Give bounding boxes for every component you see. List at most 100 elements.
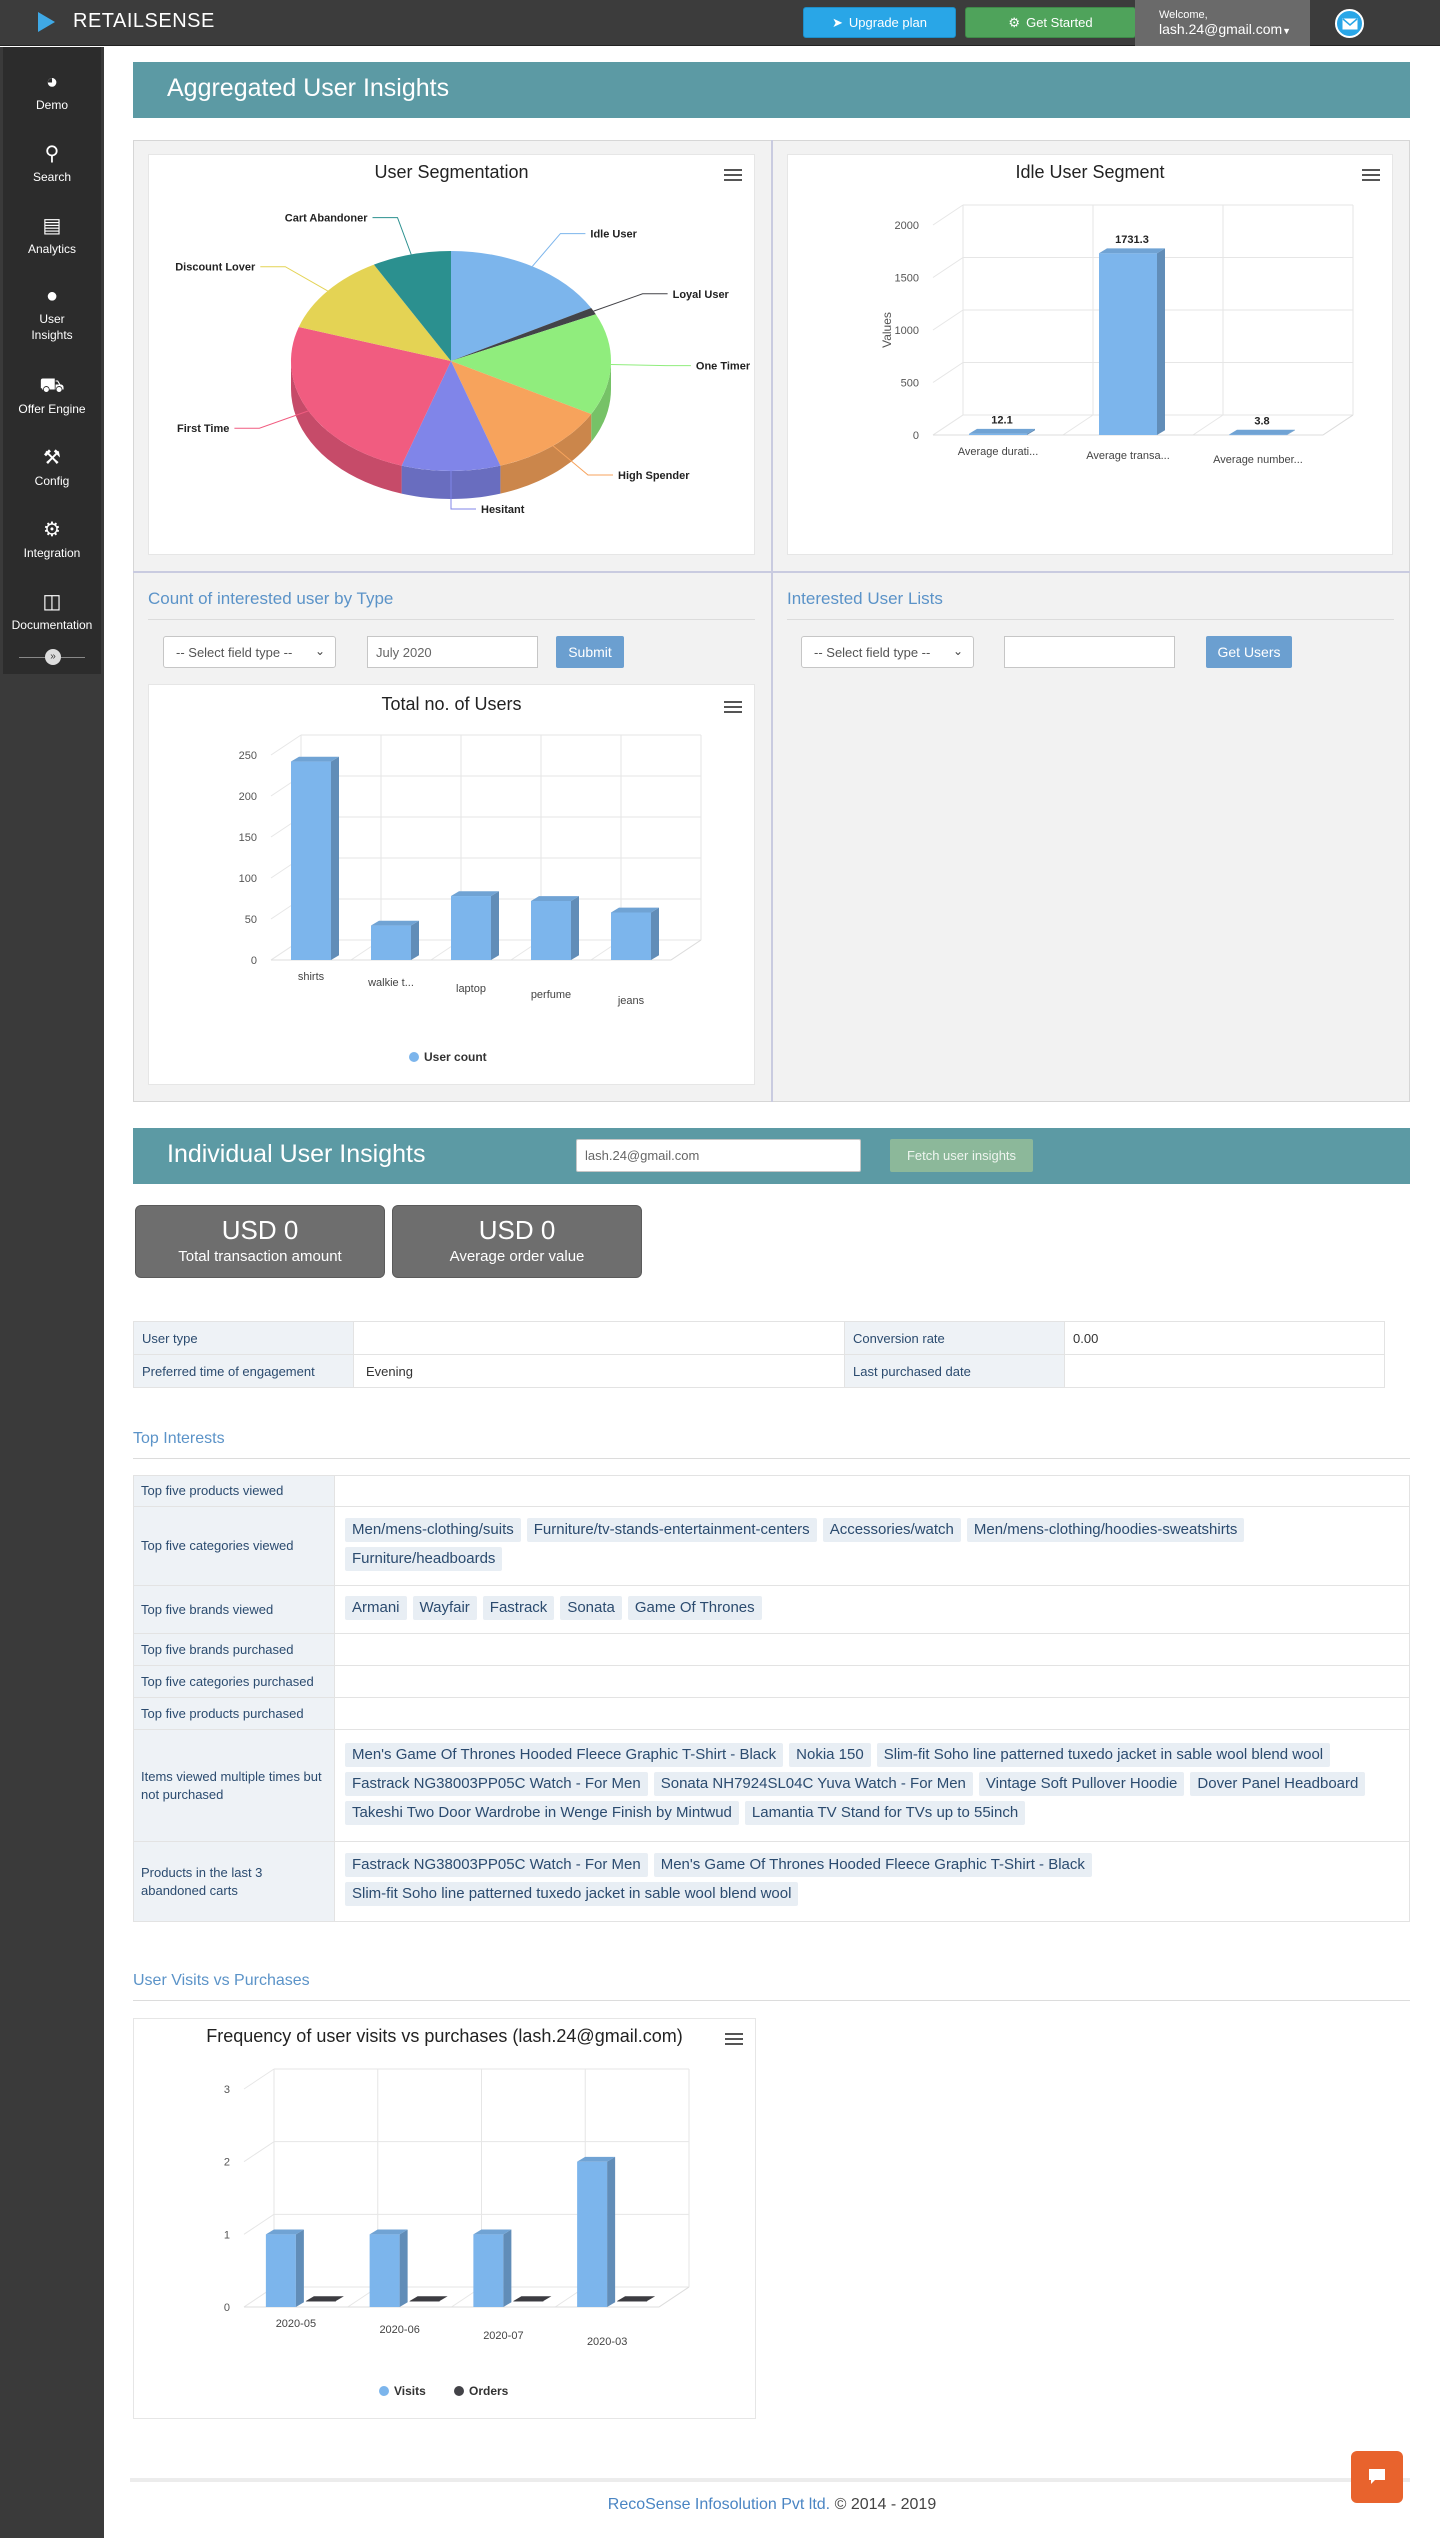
interest-tag[interactable]: Wayfair <box>412 1595 477 1620</box>
cart-icon: ⛟ <box>39 375 65 397</box>
interest-tag[interactable]: Fastrack <box>482 1595 555 1620</box>
user-email: lash.24@gmail.com <box>1159 21 1283 37</box>
interest-tag[interactable]: Furniture/tv-stands-entertainment-center… <box>526 1517 817 1542</box>
user-type-value <box>353 1321 845 1355</box>
button-label: Get Users <box>1217 644 1281 660</box>
sidebar-item-integration[interactable]: ⚙ Integration <box>3 519 101 561</box>
interest-tag[interactable]: Men/mens-clothing/suits <box>345 1517 521 1542</box>
bar-chart-icon: ▤ <box>42 215 62 237</box>
x-tick-label: Average transa... <box>1086 450 1170 462</box>
pie-label: Loyal User <box>673 289 730 301</box>
interest-label: Products in the last 3 abandoned carts <box>133 1841 335 1922</box>
interest-tag[interactable]: Armani <box>345 1595 407 1620</box>
x-tick-label: perfume <box>531 989 571 1001</box>
table-row: Preferred time of engagement Evening Las… <box>133 1354 1385 1388</box>
input-value: lash.24@gmail.com <box>585 1148 700 1163</box>
y-tick-label: 200 <box>239 791 257 803</box>
bar <box>1229 434 1287 436</box>
total-transaction-amount-card: USD 0 Total transaction amount <box>135 1205 385 1278</box>
bar-top <box>531 896 579 901</box>
x-tick-label: 2020-05 <box>276 2318 316 2330</box>
x-axis-line <box>670 939 702 961</box>
submit-button[interactable]: Submit <box>556 636 624 668</box>
sidebar-item-documentation[interactable]: ◫ Documentation <box>3 591 101 633</box>
interest-tag[interactable]: Fastrack NG38003PP05C Watch - For Men <box>345 1771 648 1796</box>
gridline <box>932 362 964 383</box>
interest-tags: Men/mens-clothing/suits Furniture/tv-stan… <box>334 1506 1410 1586</box>
wrench-icon: ⚒ <box>43 447 61 469</box>
company-link[interactable]: RecoSense Infosolution Pvt ltd. <box>608 2496 830 2513</box>
interest-tag[interactable]: Men/mens-clothing/hoodies-sweatshirts <box>966 1517 1245 1542</box>
interest-tags: Armani Wayfair Fastrack Sonata Game Of Thron… <box>334 1585 1410 1634</box>
aggregated-insights-header: Aggregated User Insights <box>133 62 1410 118</box>
x-tick-label: walkie t... <box>367 977 414 989</box>
lists-input[interactable] <box>1004 636 1175 668</box>
bar <box>969 433 1027 435</box>
count-date-input[interactable]: July 2020 <box>367 636 538 668</box>
fetch-user-insights-button[interactable]: Fetch user insights <box>890 1139 1033 1172</box>
interest-tag[interactable]: Slim-fit Soho line patterned tuxedo jack… <box>345 1882 799 1906</box>
brand-logo[interactable]: RETAILSENSE <box>38 10 215 33</box>
interest-tag[interactable]: Furniture/headboards <box>345 1546 503 1571</box>
y-tick-label: 1 <box>224 2229 230 2241</box>
get-users-button[interactable]: Get Users <box>1206 636 1292 668</box>
interest-tag[interactable]: Game Of Thrones <box>627 1595 762 1620</box>
sidebar-item-label: Analytics <box>27 242 77 256</box>
interest-tag[interactable]: Fastrack NG38003PP05C Watch - For Men <box>345 1853 648 1877</box>
interest-tag[interactable]: Slim-fit Soho line patterned tuxedo jack… <box>876 1742 1331 1767</box>
legend-marker <box>409 1052 419 1062</box>
interest-tag[interactable]: Sonata NH7924SL04C Yuva Watch - For Men <box>653 1771 973 1796</box>
upgrade-plan-button[interactable]: ➤ Upgrade plan <box>803 7 956 38</box>
get-started-button[interactable]: ⚙ Get Started <box>965 7 1136 38</box>
top-interests-table: Top five products viewed Top five catego… <box>133 1475 1410 1922</box>
bar <box>577 2161 608 2307</box>
sidebar-item-demo[interactable]: ◕ Demo <box>3 71 101 113</box>
sidebar-item-search[interactable]: ⚲ Search <box>3 143 101 185</box>
user-type-label: User type <box>133 1321 354 1355</box>
bar <box>451 896 491 960</box>
interest-tag[interactable]: Nokia 150 <box>789 1742 871 1767</box>
play-logo-icon <box>38 11 55 32</box>
interest-tag[interactable]: Vintage Soft Pullover Hoodie <box>978 1771 1185 1796</box>
interest-tag[interactable]: Men's Game Of Thrones Hooded Fleece Grap… <box>345 1742 784 1767</box>
sidebar-item-config[interactable]: ⚒ Config <box>3 447 101 489</box>
sidebar-item-offer-engine[interactable]: ⛟ Offer Engine <box>3 375 101 417</box>
brand-name: RETAILSENSE <box>73 10 215 32</box>
gear-icon: ⚙ <box>1008 14 1021 30</box>
y-tick-label: 1000 <box>895 325 919 337</box>
lists-field-type-select[interactable]: -- Select field type -- ⌄ <box>801 636 974 668</box>
gridline <box>243 2213 275 2235</box>
bar-side <box>295 2229 304 2307</box>
interest-tag[interactable]: Lamantia TV Stand for TVs up to 55inch <box>744 1800 1026 1825</box>
dashboard-icon: ◕ <box>45 71 59 93</box>
interest-tag[interactable]: Dover Panel Headboard <box>1190 1771 1366 1796</box>
sidebar-item-analytics[interactable]: ▤ Analytics <box>3 215 101 257</box>
user-menu[interactable]: Welcome, lash.24@gmail.com▼ <box>1135 0 1310 46</box>
interest-tag[interactable]: Takeshi Two Door Wardrobe in Wenge Finis… <box>345 1800 739 1825</box>
count-field-type-select[interactable]: -- Select field type -- ⌄ <box>163 636 336 668</box>
pie-label: Cart Abandoner <box>285 213 368 225</box>
table-row: Top five brands purchased <box>133 1633 1410 1666</box>
interest-tag[interactable]: Sonata <box>560 1595 622 1620</box>
y-tick-label: 2000 <box>895 220 919 232</box>
pie-label: First Time <box>177 423 229 435</box>
chat-widget-button[interactable] <box>1351 2451 1403 2503</box>
interest-tag[interactable]: Accessories/watch <box>822 1517 961 1542</box>
sidebar-item-label: Demo <box>35 98 68 112</box>
gridline <box>1062 414 1094 436</box>
idle-bar-chart-svg: 0 500 1000 1500 2000 Values 12.1 Average durati… <box>880 204 1354 466</box>
y-tick-label: 100 <box>239 873 257 885</box>
chevron-down-icon: ⌄ <box>952 644 963 658</box>
user-email-input[interactable]: lash.24@gmail.com <box>576 1139 861 1172</box>
y-tick-label: 3 <box>224 2084 230 2096</box>
idle-user-segment-chart: Idle User Segment 0 500 1000 1500 2000 Values… <box>787 154 1393 555</box>
mail-icon[interactable] <box>1335 9 1364 38</box>
sidebar-collapse-toggle[interactable]: » <box>3 647 101 667</box>
input-value: July 2020 <box>376 645 432 660</box>
interest-tag[interactable]: Men's Game Of Thrones Hooded Fleece Grap… <box>653 1853 1092 1877</box>
table-row: Top five categories viewed Men/mens-clot… <box>133 1506 1410 1586</box>
bar <box>611 912 651 960</box>
sidebar-item-user-insights[interactable]: ● User Insights <box>3 285 101 343</box>
sidebar-panel <box>3 47 101 674</box>
bar-side <box>399 2229 408 2307</box>
